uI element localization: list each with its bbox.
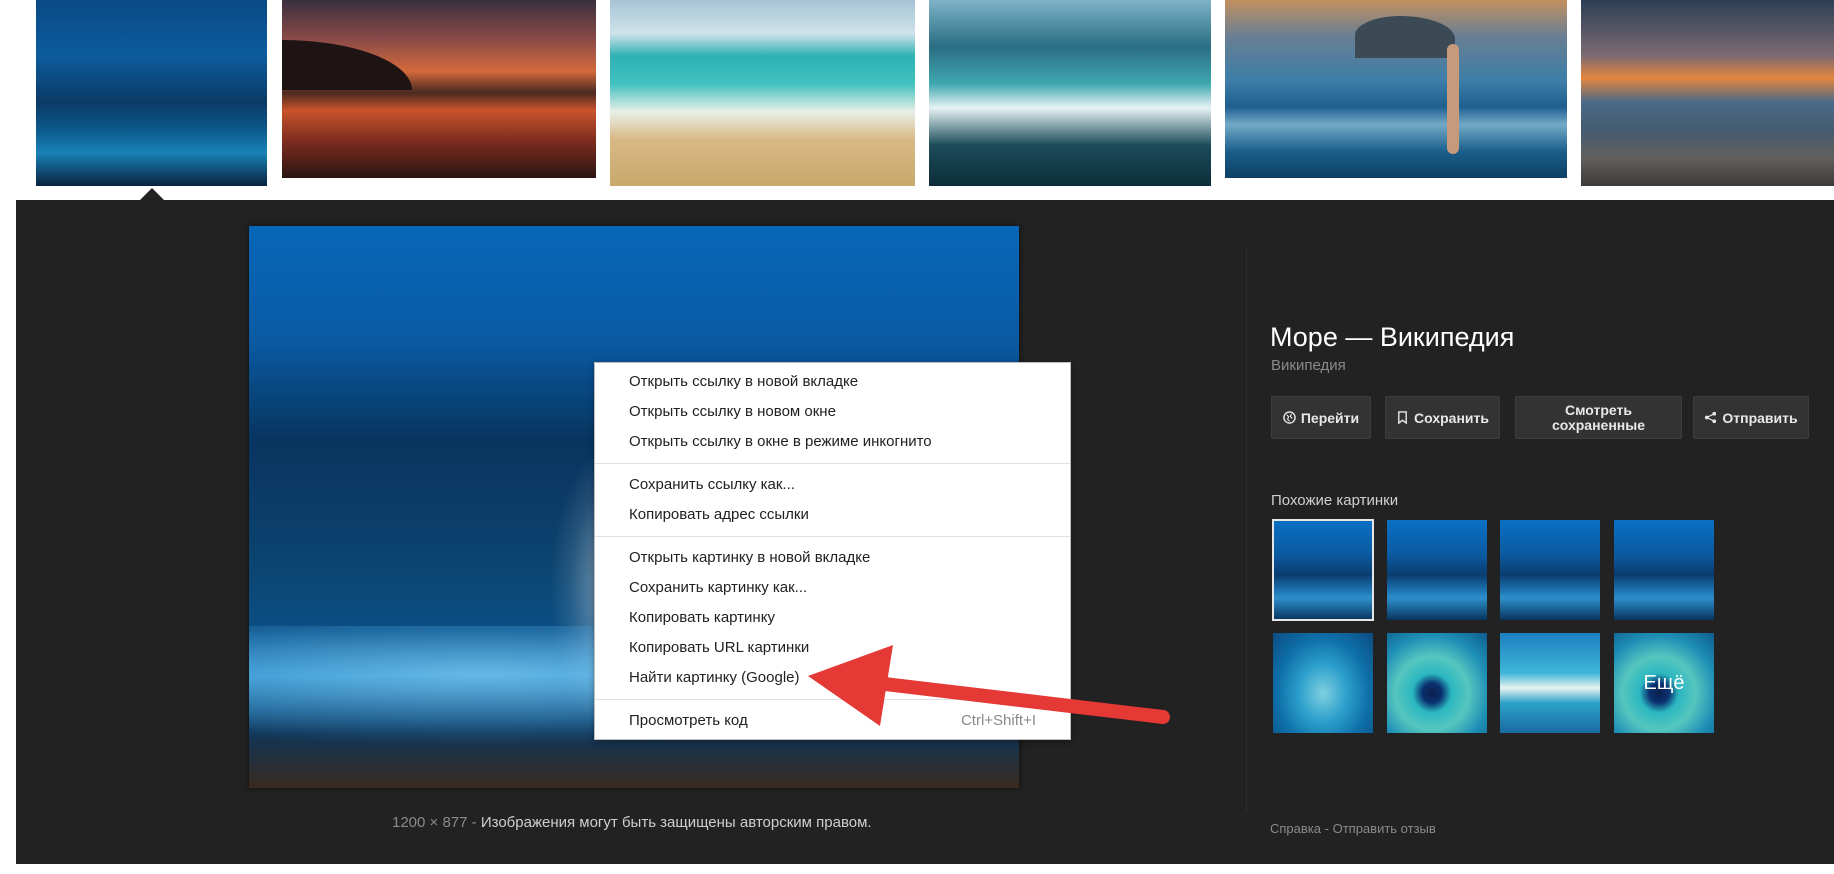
thumbnail-night-sea[interactable] <box>36 0 267 186</box>
share-label: Отправить <box>1722 409 1798 426</box>
thumbnail-hill-shape <box>282 40 412 90</box>
image-dimensions: 1200 × 877 <box>392 814 468 831</box>
image-source[interactable]: Википедия <box>1271 357 1346 374</box>
thumbnail-sunset-coast[interactable] <box>282 0 596 178</box>
more-label: Ещё <box>1643 671 1685 694</box>
menu-copy-link-address[interactable]: Копировать адрес ссылки <box>629 506 809 523</box>
menu-inspect[interactable]: Просмотреть код <box>629 712 748 729</box>
menu-search-image-google[interactable]: Найти картинку (Google) <box>629 669 800 686</box>
menu-save-link-as[interactable]: Сохранить ссылку как... <box>629 476 795 493</box>
bookmark-icon <box>1398 411 1407 424</box>
view-saved-label-line2: сохраненные <box>1551 416 1645 433</box>
similar-image-5[interactable] <box>1273 633 1373 733</box>
more-similar-button[interactable]: Ещё <box>1614 633 1714 733</box>
globe-icon <box>1283 411 1296 424</box>
menu-inspect-shortcut: Ctrl+Shift+I <box>960 712 1036 729</box>
save-button[interactable]: Сохранить <box>1385 396 1500 439</box>
save-label: Сохранить <box>1414 409 1489 426</box>
panel-footer: Справка - Отправить отзыв <box>1270 821 1436 836</box>
menu-separator <box>595 536 1070 537</box>
similar-image-6[interactable] <box>1387 633 1487 733</box>
similar-image-7[interactable] <box>1500 633 1600 733</box>
share-button[interactable]: Отправить <box>1693 396 1809 439</box>
similar-image-3[interactable] <box>1500 520 1600 620</box>
menu-open-image-new-tab[interactable]: Открыть картинку в новой вкладке <box>629 549 870 566</box>
menu-open-link-new-tab[interactable]: Открыть ссылку в новой вкладке <box>629 373 858 390</box>
view-saved-button[interactable]: Смотреть сохраненные <box>1515 396 1682 439</box>
context-menu: Открыть ссылку в новой вкладке Открыть с… <box>594 362 1071 740</box>
share-icon <box>1705 411 1717 424</box>
similar-image-4[interactable] <box>1614 520 1714 620</box>
image-caption: 1200 × 877 - Изображения могут быть защи… <box>392 814 872 831</box>
thumbnail-island-shape <box>1355 16 1455 58</box>
thumbnail-girl-in-sea[interactable] <box>1225 0 1567 178</box>
similar-image-2[interactable] <box>1387 520 1487 620</box>
caption-separator: - <box>471 814 477 831</box>
menu-separator <box>595 463 1070 464</box>
copyright-notice: Изображения могут быть защищены авторски… <box>480 814 872 831</box>
menu-copy-image[interactable]: Копировать картинку <box>629 609 775 626</box>
image-title[interactable]: Море — Википедия <box>1270 322 1514 353</box>
panel-divider <box>1246 248 1247 813</box>
view-saved-label-line1: Смотреть <box>1565 401 1632 418</box>
menu-open-link-new-window[interactable]: Открыть ссылку в новом окне <box>629 403 836 420</box>
thumbnail-waves[interactable] <box>929 0 1211 186</box>
similar-image-1[interactable] <box>1272 519 1374 621</box>
menu-separator <box>595 699 1070 700</box>
menu-open-link-incognito[interactable]: Открыть ссылку в окне в режиме инкогнито <box>629 433 932 450</box>
menu-save-image-as[interactable]: Сохранить картинку как... <box>629 579 807 596</box>
thumbnail-pebble-beach-sunset[interactable] <box>1581 0 1834 186</box>
thumbnail-person-shape <box>1447 44 1459 154</box>
help-link[interactable]: Справка <box>1270 821 1321 836</box>
selected-thumbnail-pointer <box>140 188 164 200</box>
menu-copy-image-url[interactable]: Копировать URL картинки <box>629 639 809 656</box>
visit-label: Перейти <box>1300 409 1360 426</box>
similar-images-heading: Похожие картинки <box>1271 492 1399 509</box>
visit-button[interactable]: Перейти <box>1271 396 1371 439</box>
thumbnail-sandy-beach[interactable] <box>610 0 915 186</box>
footer-separator: - <box>1324 821 1329 836</box>
feedback-link[interactable]: Отправить отзыв <box>1333 821 1436 836</box>
